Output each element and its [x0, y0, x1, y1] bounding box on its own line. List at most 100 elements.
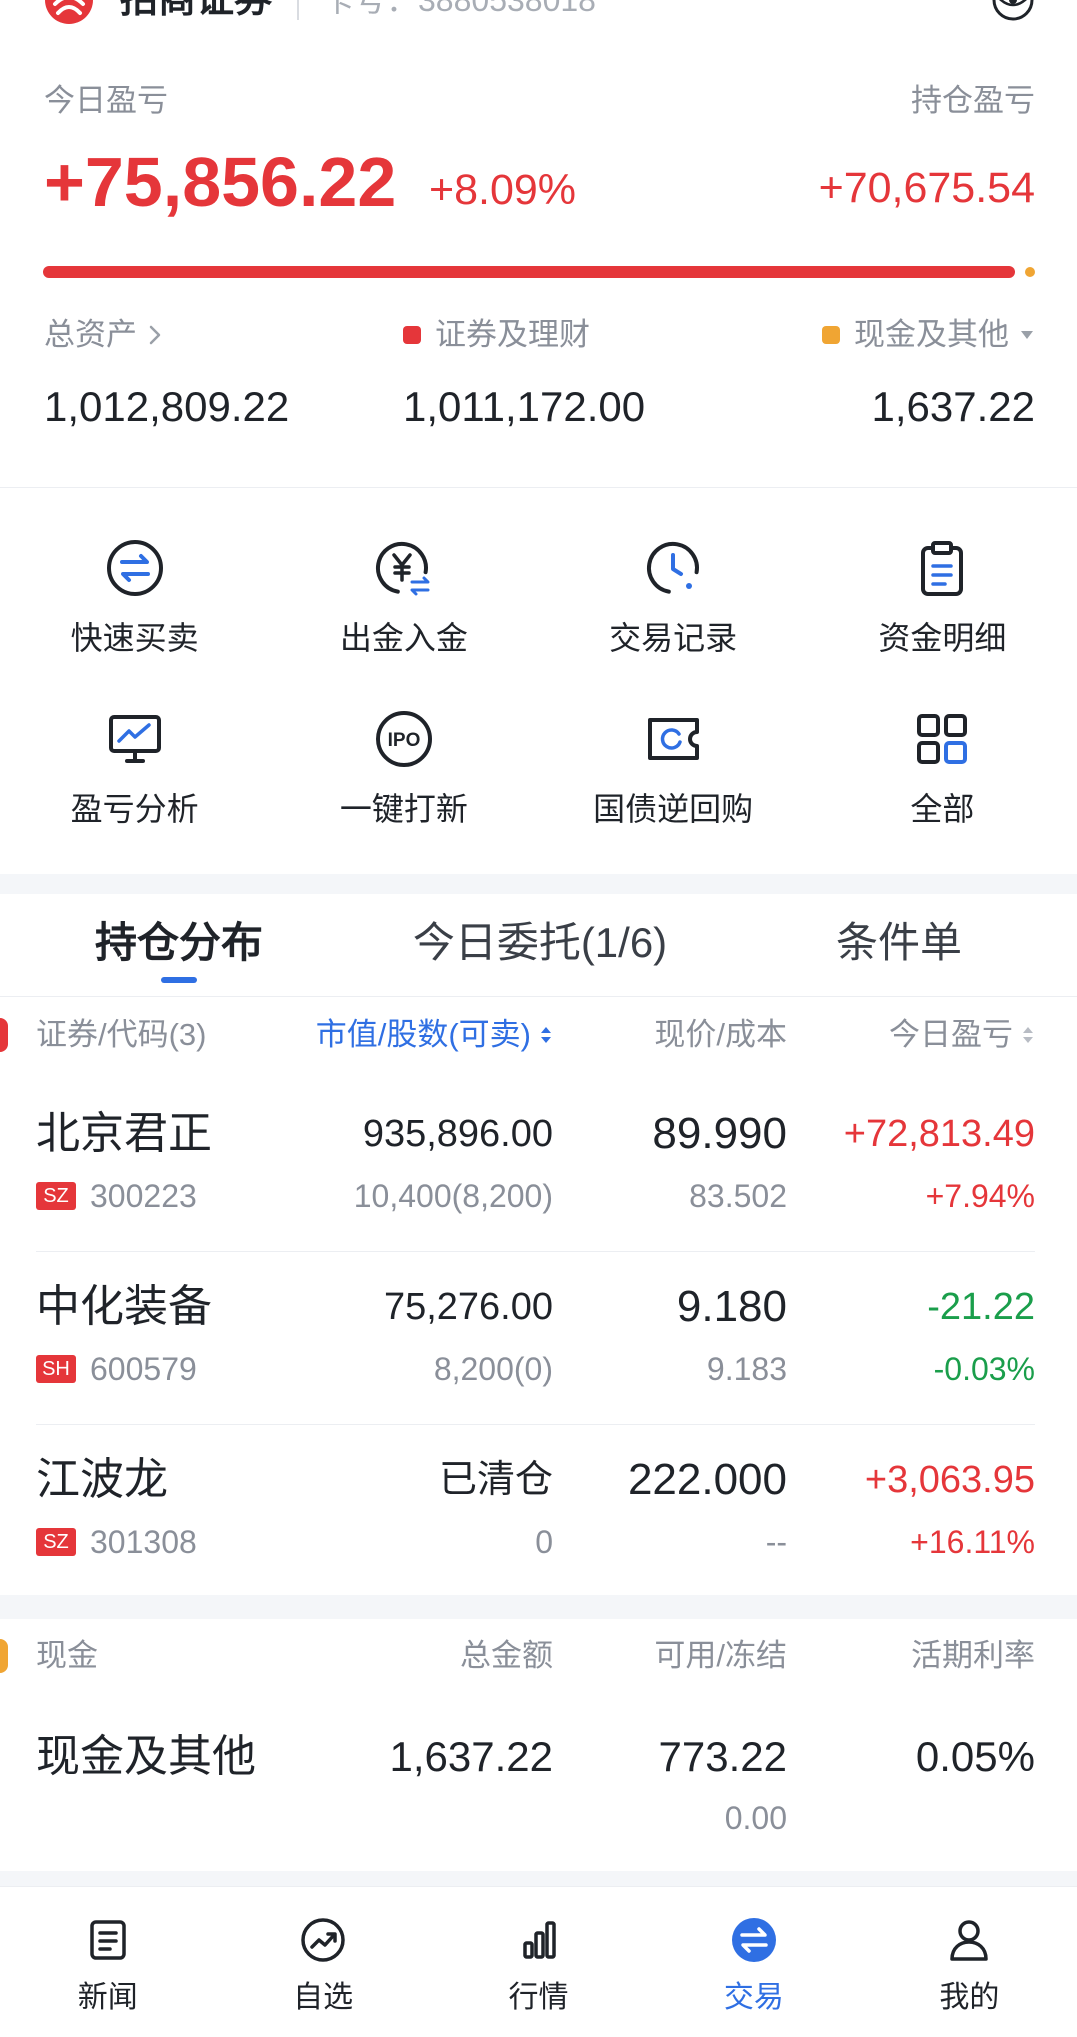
- section-gap: [0, 1871, 1077, 1886]
- security-name: 北京君正: [36, 1109, 212, 1158]
- broker-logo: [45, 0, 93, 24]
- ticket-icon: [648, 718, 700, 760]
- market-badge: SZ: [36, 1528, 76, 1556]
- shares-available: 10,400(8,200): [353, 1178, 553, 1214]
- nav-profile[interactable]: 我的: [862, 1887, 1077, 2037]
- market-value: 935,896.00: [362, 1113, 553, 1155]
- section-gap: [0, 874, 1077, 894]
- cash-legend-dropdown[interactable]: 现金及其他: [822, 315, 1035, 355]
- transfer-funds-button[interactable]: 出金入金: [269, 536, 538, 707]
- news-icon: [89, 1920, 126, 1960]
- ipo-subscribe-button[interactable]: IPO 一键打新: [269, 707, 538, 837]
- today-pnl-value: +75,856.22: [44, 143, 397, 221]
- cost-price: --: [765, 1524, 787, 1560]
- tab-today-orders[interactable]: 今日委托(1/6): [390, 915, 690, 971]
- quick-action-label: 盈亏分析: [70, 791, 199, 827]
- sort-icon: [1023, 1027, 1033, 1043]
- row-divider: [36, 1424, 1035, 1425]
- ipo-icon: IPO: [375, 711, 432, 767]
- today-pnl-label: 今日盈亏: [44, 83, 168, 118]
- nav-label: 新闻: [77, 1981, 138, 2014]
- account-number: 卡号：3880538018: [322, 0, 596, 18]
- market-badge: SH: [36, 1355, 76, 1383]
- quick-action-label: 国债逆回购: [593, 791, 754, 827]
- col-cash-rate: 活期利率: [911, 1638, 1035, 1673]
- monitor-chart-icon: [108, 715, 161, 763]
- quick-action-label: 出金入金: [339, 620, 468, 656]
- position-pnl-label: 持仓盈亏: [911, 83, 1035, 118]
- trade-history-button[interactable]: 交易记录: [539, 536, 808, 707]
- allocation-bar-cash: [1025, 267, 1035, 277]
- securities-color-swatch: [403, 326, 421, 344]
- active-tab-indicator: [161, 977, 197, 983]
- cash-color-swatch: [822, 326, 840, 344]
- reverse-repo-button[interactable]: 国债逆回购: [539, 707, 808, 837]
- eye-toggle-button[interactable]: [991, 0, 1035, 22]
- today-pnl-percent: +8.09%: [429, 166, 577, 214]
- row-divider: [36, 1251, 1035, 1252]
- nav-news[interactable]: 新闻: [0, 1887, 215, 2037]
- cash-name: 现金及其他: [36, 1732, 256, 1781]
- nav-trade[interactable]: 交易: [646, 1887, 861, 2037]
- cash-marker: [0, 1639, 8, 1673]
- market-value: 75,276.00: [383, 1286, 553, 1328]
- all-functions-button[interactable]: 全部: [808, 707, 1077, 837]
- chevron-right-icon: [149, 325, 161, 345]
- col-today-pnl: 今日盈亏: [889, 1017, 1013, 1052]
- securities-value: 1,011,172.00: [403, 383, 646, 430]
- col-cash-available: 可用/冻结: [654, 1638, 787, 1673]
- table-row[interactable]: 江波龙 已清仓 222.000 +3,063.95 SZ 301308 0 --…: [0, 1452, 1077, 1572]
- col-cash-total: 总金额: [460, 1638, 553, 1673]
- position-pnl-value: +70,675.54: [818, 164, 1035, 212]
- cash-label: 现金及其他: [854, 317, 1009, 352]
- today-pnl-percent: -0.03%: [933, 1351, 1035, 1387]
- col-today-pnl-sort[interactable]: 今日盈亏: [889, 1015, 1035, 1055]
- col-market-value-sort[interactable]: 市值/股数(可卖): [316, 1015, 553, 1055]
- eye-icon: [992, 0, 1034, 21]
- market-value: 已清仓: [438, 1459, 553, 1501]
- shares-available: 8,200(0): [433, 1351, 553, 1387]
- bottom-nav: 新闻 自选 行情 交易 我的: [0, 1886, 1077, 2037]
- tab-positions[interactable]: 持仓分布: [29, 915, 329, 971]
- grid-icon: [917, 714, 968, 764]
- shares-available: 0: [535, 1524, 553, 1560]
- total-assets-link[interactable]: 总资产: [44, 315, 163, 355]
- fund-details-button[interactable]: 资金明细: [808, 536, 1077, 707]
- table-row[interactable]: 北京君正 935,896.00 89.990 +72,813.49 SZ 300…: [0, 1106, 1077, 1226]
- allocation-bar: [43, 266, 1035, 278]
- current-price: 9.180: [676, 1282, 787, 1331]
- today-pnl: -21.22: [927, 1286, 1035, 1328]
- quick-actions-grid: 快速买卖 出金入金 交易记录 资金明细 盈亏分析 IPO 一键打新 国债逆回购 …: [0, 536, 1077, 837]
- swap-circle-icon: [106, 540, 163, 596]
- nav-watchlist[interactable]: 自选: [215, 1887, 430, 2037]
- nav-market[interactable]: 行情: [431, 1887, 646, 2037]
- cost-price: 83.502: [689, 1178, 787, 1214]
- total-assets-label: 总资产: [44, 317, 137, 352]
- security-name: 中化装备: [36, 1282, 212, 1331]
- cash-row[interactable]: 现金及其他 1,637.22 773.22 0.05% 0.00: [0, 1729, 1077, 1849]
- security-name: 江波龙: [36, 1455, 168, 1504]
- col-price-cost: 现价/成本: [654, 1017, 787, 1052]
- nav-label: 自选: [293, 1981, 354, 2014]
- quick-trade-button[interactable]: 快速买卖: [0, 536, 269, 707]
- today-pnl-percent: +16.11%: [910, 1524, 1035, 1560]
- section-gap: [0, 1595, 1077, 1619]
- tab-conditional-orders[interactable]: 条件单: [749, 915, 1049, 971]
- yuan-transfer-icon: [375, 542, 430, 596]
- market-icon: [522, 1921, 556, 1959]
- cash-total: 1,637.22: [389, 1733, 554, 1780]
- trade-icon: [731, 1918, 776, 1962]
- total-assets-value: 1,012,809.22: [44, 383, 290, 430]
- table-row[interactable]: 中化装备 75,276.00 9.180 -21.22 SH 600579 8,…: [0, 1279, 1077, 1399]
- col-security-code: 证券/代码(3): [36, 1017, 207, 1052]
- summary-divider: [0, 487, 1077, 488]
- broker-name: 招商证券: [120, 0, 273, 21]
- cash-value: 1,637.22: [871, 383, 1036, 430]
- sort-icon: [541, 1027, 551, 1043]
- today-pnl: +3,063.95: [864, 1459, 1035, 1501]
- today-pnl-percent: +7.94%: [925, 1178, 1035, 1214]
- pnl-analysis-button[interactable]: 盈亏分析: [0, 707, 269, 837]
- nav-label: 交易: [723, 1981, 784, 2014]
- col-cash: 现金: [36, 1638, 98, 1673]
- securities-label: 证券及理财: [435, 317, 590, 352]
